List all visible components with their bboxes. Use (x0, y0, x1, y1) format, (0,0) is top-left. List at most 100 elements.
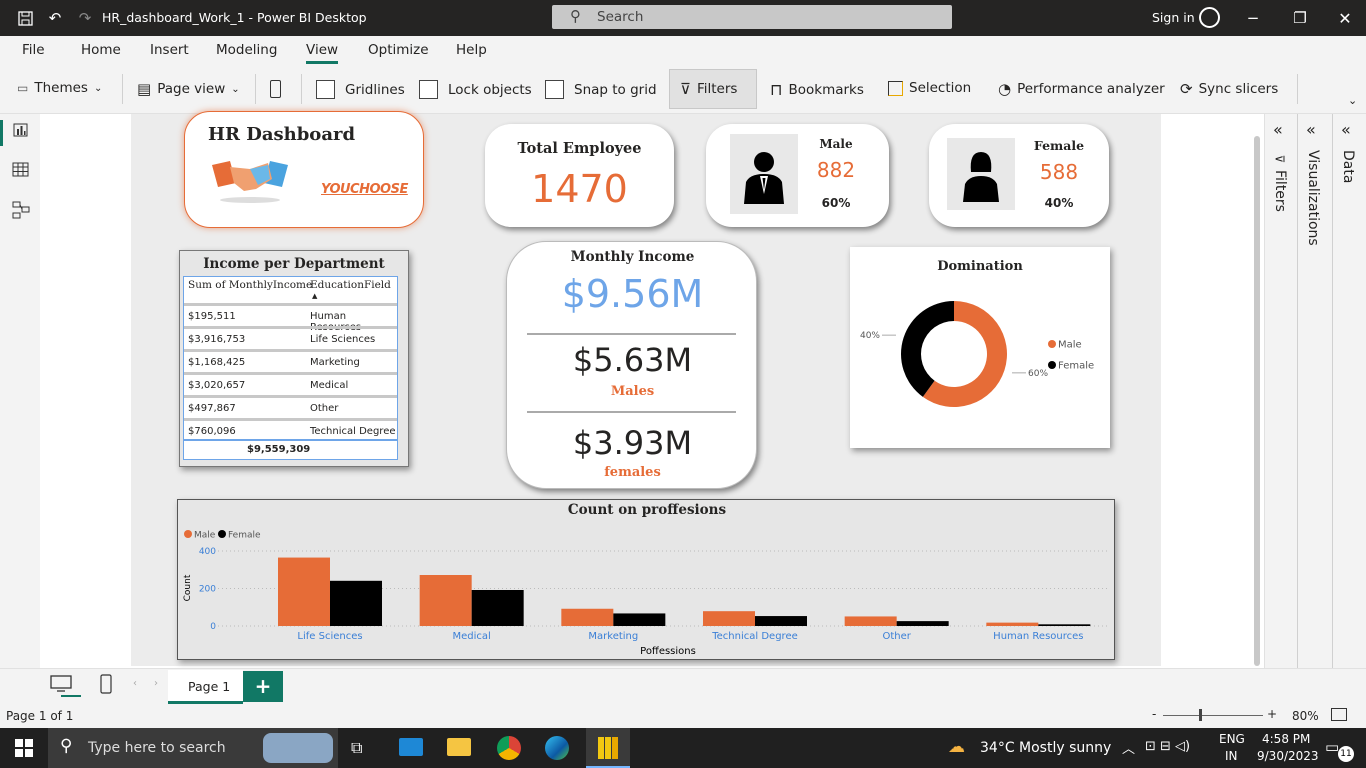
menu-modeling[interactable]: Modeling (216, 42, 277, 58)
legend-label-male: Male (194, 531, 216, 541)
table-title: Income per Department (203, 256, 385, 272)
male-card[interactable]: Male 882 60% (706, 124, 889, 227)
themes-button[interactable]: ▭ Themes ⌄ (17, 80, 102, 96)
undo-icon[interactable]: ↶ (44, 7, 66, 29)
mobile-layout-icon[interactable] (100, 674, 112, 698)
legend-label-female: Female (1058, 361, 1094, 372)
mobile-layout-button[interactable] (270, 80, 281, 98)
total-employee-card[interactable]: Total Employee 1470 (485, 124, 674, 227)
divider (527, 333, 736, 335)
search-input[interactable]: ⚲ Search (552, 5, 952, 29)
ribbon-collapse-icon[interactable]: ⌄ (1348, 94, 1357, 107)
close-icon[interactable]: ✕ (1334, 7, 1356, 29)
page-tab[interactable]: Page 1 (168, 670, 243, 704)
cell-income: $3,916,753 (188, 334, 246, 345)
collapse-visualizations-icon[interactable]: « (1306, 120, 1316, 139)
zoom-slider-thumb[interactable] (1199, 709, 1202, 721)
language-line1[interactable]: ENG (1219, 732, 1245, 746)
chevron-down-icon: ⌄ (231, 83, 240, 95)
menu-file[interactable]: File (22, 42, 45, 58)
chrome-icon[interactable] (497, 736, 521, 760)
page-tabs-bar: ‹ › Page 1 + (0, 668, 1366, 704)
desktop-layout-icon[interactable] (50, 675, 72, 697)
page-view-button[interactable]: ▤ Page view ⌄ (137, 80, 240, 98)
powerbi-taskbar-button[interactable] (586, 728, 630, 768)
weather-text[interactable]: 34°C Mostly sunny (980, 740, 1111, 756)
snap-to-grid-checkbox[interactable]: Snap to grid (545, 80, 657, 99)
monthly-income-card[interactable]: Monthly Income $9.56M $5.63M Males $3.93… (506, 241, 757, 489)
filters-button[interactable]: ⊽ Filters (669, 69, 757, 109)
females-income-value: $3.93M (572, 424, 693, 462)
mail-icon[interactable] (399, 738, 423, 756)
table-row[interactable]: $3,916,753 Life Sciences (184, 326, 397, 349)
canvas-scrollbar[interactable] (1254, 136, 1260, 666)
performance-analyzer-button[interactable]: ◔ Performance analyzer (998, 80, 1165, 98)
visualizations-pane-tab[interactable]: Visualizations (1305, 150, 1321, 246)
windows-start-icon[interactable] (15, 739, 33, 761)
model-view-icon[interactable] (12, 201, 30, 223)
tray-chevron-up-icon[interactable]: ︿ (1122, 738, 1135, 757)
report-view-icon[interactable] (13, 122, 28, 141)
column-header-income[interactable]: Sum of MonthlyIncome (188, 279, 312, 291)
table-row[interactable]: $1,168,425 Marketing (184, 349, 397, 372)
task-view-icon[interactable]: ⧉ (351, 738, 362, 758)
selection-button[interactable]: Selection (888, 80, 971, 96)
file-explorer-icon[interactable] (447, 738, 471, 756)
menu-insert[interactable]: Insert (150, 42, 189, 58)
domination-donut-chart[interactable]: Domination 60% 40% Male Female (850, 247, 1110, 448)
add-page-button[interactable]: + (243, 671, 283, 702)
cell-field: Technical Degree (310, 426, 396, 437)
minimize-icon[interactable]: − (1242, 7, 1264, 29)
table-row[interactable]: $760,096 Technical Degree (184, 418, 397, 441)
menu-home[interactable]: Home (81, 42, 121, 58)
taskbar-search-input[interactable]: ⚲ Type here to search (48, 728, 338, 768)
language-line2[interactable]: IN (1225, 749, 1238, 763)
edge-icon[interactable] (545, 736, 569, 760)
lock-objects-checkbox[interactable]: Lock objects (419, 80, 532, 99)
redo-icon[interactable]: ↷ (74, 7, 96, 29)
collapse-filters-icon[interactable]: « (1273, 120, 1283, 139)
sync-slicers-label: Sync slicers (1198, 81, 1279, 97)
total-employee-value: 1470 (531, 167, 628, 211)
fit-to-page-icon[interactable] (1331, 708, 1347, 721)
data-pane-tab[interactable]: Data (1340, 150, 1356, 183)
cell-income: $3,020,657 (188, 380, 246, 391)
collapse-data-icon[interactable]: « (1341, 120, 1351, 139)
search-placeholder: Search (597, 9, 644, 25)
user-avatar-icon[interactable] (1199, 7, 1220, 28)
save-icon[interactable] (14, 7, 36, 29)
zoom-in-button[interactable]: + (1267, 707, 1277, 721)
table-row[interactable]: $3,020,657 Medical (184, 372, 397, 395)
column-header-education-field[interactable]: EducationField (310, 279, 391, 291)
table-view-icon[interactable] (12, 162, 29, 181)
dashboard-title: HR Dashboard (208, 124, 356, 145)
clock-date[interactable]: 9/30/2023 (1257, 749, 1319, 763)
females-income-label: females (604, 465, 661, 480)
clock-time[interactable]: 4:58 PM (1262, 732, 1310, 746)
hr-dashboard-card[interactable]: HR Dashboard YOUCHOOSE (184, 111, 424, 228)
checkbox-icon (545, 80, 564, 99)
zoom-slider[interactable] (1163, 715, 1263, 716)
zoom-out-button[interactable]: - (1152, 707, 1156, 721)
table-row[interactable]: $195,511 Human Resources (184, 303, 397, 333)
weather-icon: ☁ (948, 737, 965, 757)
sign-in-link[interactable]: Sign in (1152, 10, 1195, 25)
count-on-professions-chart[interactable]: Count on proffesions 0 200 400 Count Life Sc… (177, 499, 1115, 660)
table-row[interactable]: $497,867 Other (184, 395, 397, 418)
menu-optimize[interactable]: Optimize (368, 42, 429, 58)
gridlines-checkbox[interactable]: Gridlines (316, 80, 405, 99)
menu-help[interactable]: Help (456, 42, 487, 58)
income-per-department-table[interactable]: Income per Department Sum of MonthlyInco… (179, 250, 409, 467)
prev-page-icon[interactable]: ‹ (133, 678, 137, 689)
next-page-icon[interactable]: › (154, 678, 158, 689)
tray-icons[interactable]: ⊡ ⊟ ◁) (1145, 739, 1190, 754)
sync-slicers-button[interactable]: ⟳ Sync slicers (1180, 80, 1278, 98)
menu-view[interactable]: View (306, 42, 339, 64)
restore-icon[interactable]: ❐ (1289, 7, 1311, 29)
filters-pane-tab[interactable]: Filters (1272, 170, 1288, 212)
filters-label: Filters (696, 81, 738, 97)
male-percent: 60% (821, 196, 851, 210)
males-income-label: Males (610, 384, 655, 399)
female-card[interactable]: Female 588 40% (929, 124, 1109, 227)
bookmarks-button[interactable]: ⊓ Bookmarks (770, 80, 864, 99)
